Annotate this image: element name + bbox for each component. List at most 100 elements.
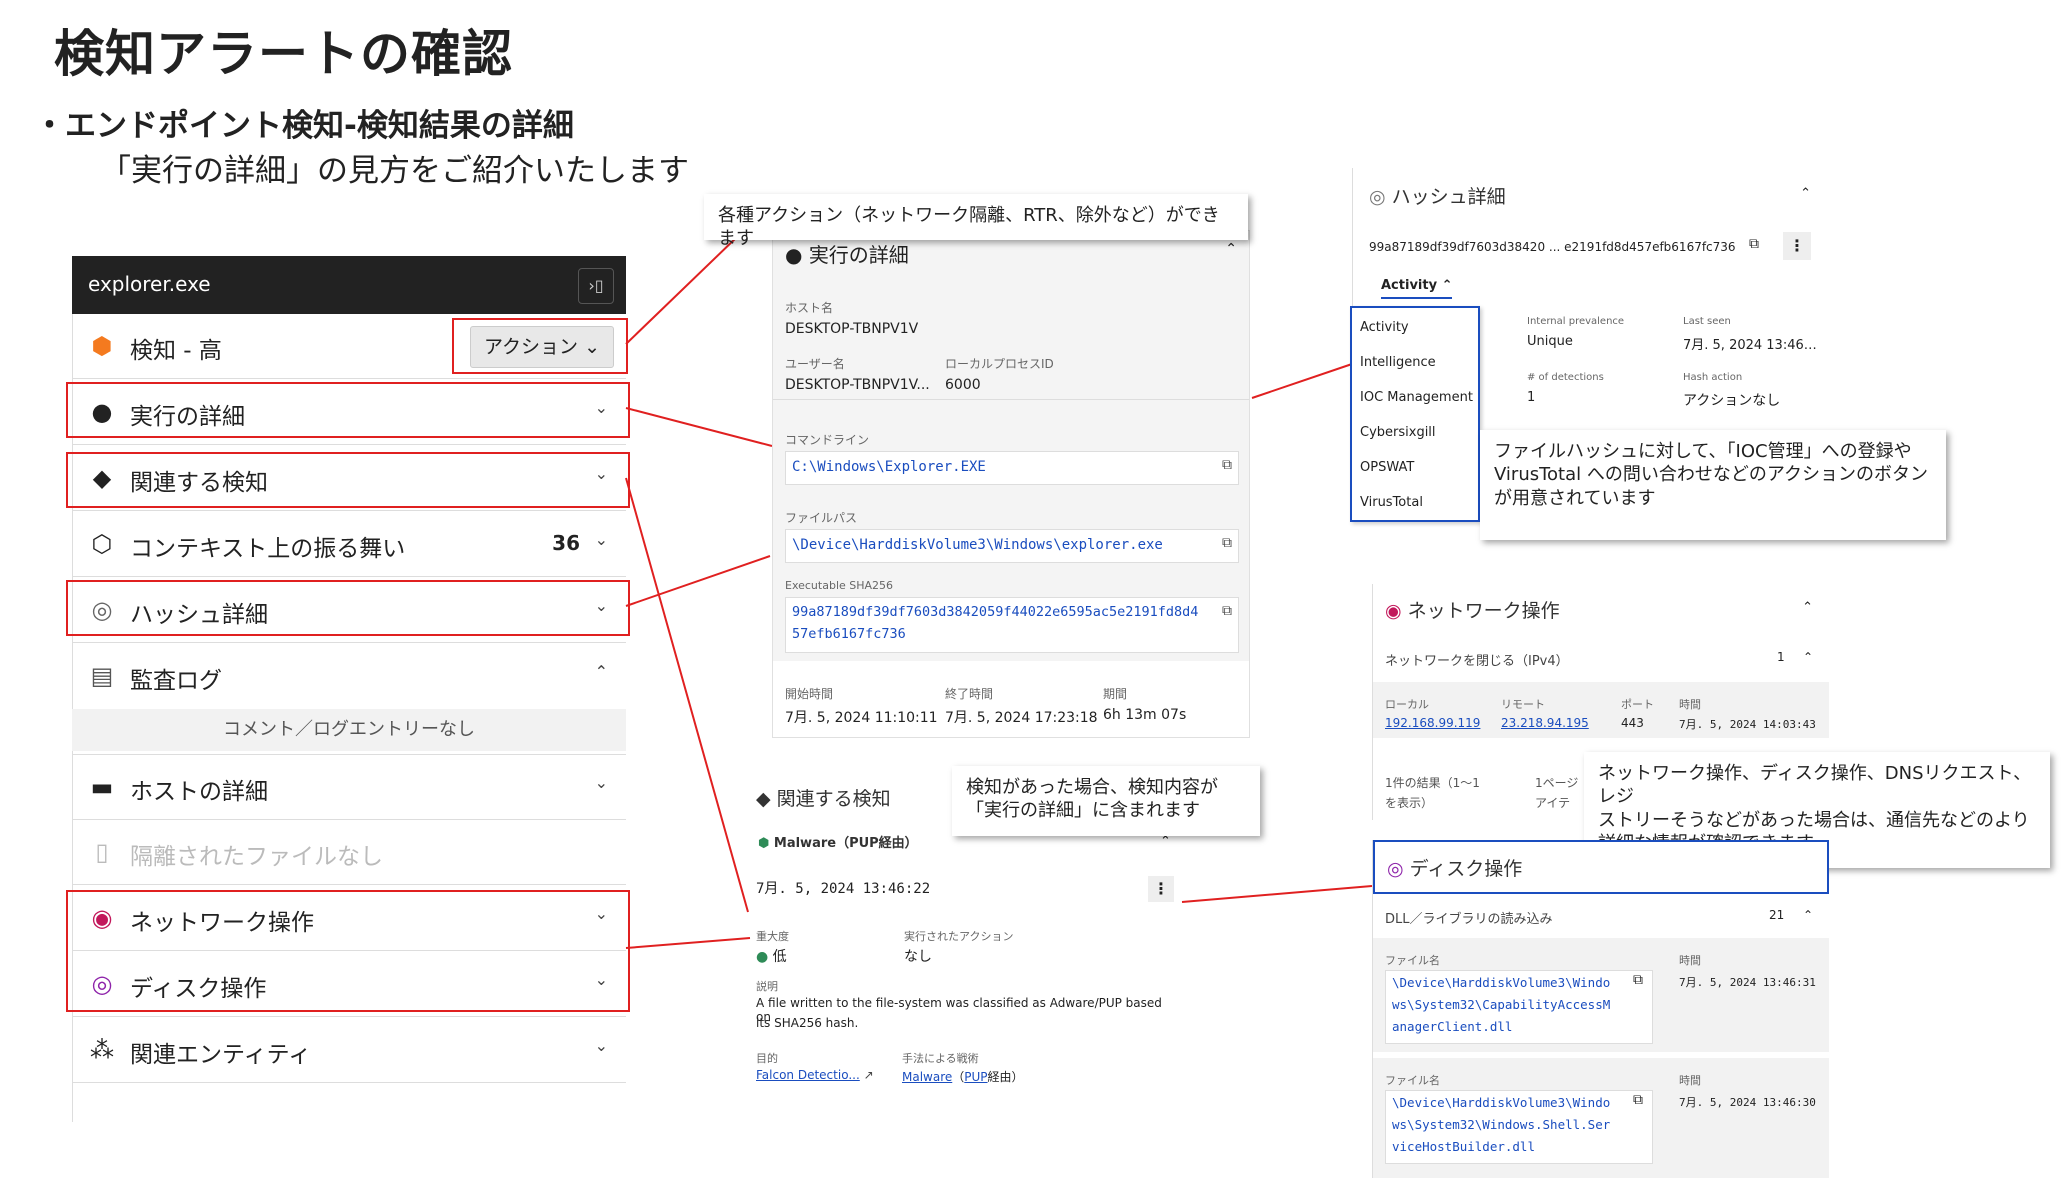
line-diskpanel: [1181, 885, 1373, 903]
chevron-up-icon[interactable]: ⌃: [1803, 650, 1813, 664]
description-line2: its SHA256 hash.: [756, 1016, 859, 1030]
more-menu-icon[interactable]: ⋮: [1783, 232, 1811, 260]
col-port: ポート: [1621, 698, 1654, 711]
executed-action-value: なし: [904, 949, 932, 965]
line-related: [625, 477, 749, 913]
local-address-link[interactable]: 192.168.99.119: [1385, 716, 1480, 730]
hash-value: 99a87189df39df7603d38420 ... e2191fd8d45…: [1369, 240, 1736, 254]
disk-time-2: 7月. 5, 2024 13:46:30: [1679, 1096, 1816, 1109]
detections-label: # of detections: [1527, 372, 1604, 383]
copy-icon[interactable]: ⧉: [1749, 236, 1759, 252]
disk-ops-panel: ◎ ディスク操作 DLL／ライブラリの読み込み 21 ⌃ ファイル名 時間 \D…: [1372, 840, 1829, 1178]
result-count-1: 1件の結果（1〜1: [1385, 776, 1480, 790]
end-label: 終了時間: [945, 687, 994, 701]
cmdline-field[interactable]: C:\Windows\Explorer.EXE ⧉: [785, 451, 1239, 485]
fingerprint-icon: ◎: [1369, 186, 1386, 208]
host-label: ホスト名: [785, 301, 834, 315]
time-label-2: 時間: [1679, 1074, 1701, 1087]
hash-action-menu: Activity Intelligence IOC Management Cyb…: [1350, 306, 1480, 522]
network-header[interactable]: ◉ ネットワーク操作: [1385, 596, 1560, 623]
network-count: 1: [1777, 650, 1785, 664]
objective-label: 目的: [756, 1052, 778, 1065]
tactic-label: 手法による戦術: [902, 1052, 979, 1065]
copy-icon[interactable]: ⧉: [1222, 603, 1232, 619]
detections-value: 1: [1527, 390, 1536, 405]
last-seen-value: 7月. 5, 2024 13:46…: [1683, 338, 1817, 353]
severity-field-value: ● 低: [756, 949, 787, 965]
chevron-up-icon[interactable]: ⌃: [1225, 241, 1237, 257]
chevron-up-icon[interactable]: ⌃: [1803, 908, 1813, 922]
remote-address-link[interactable]: 23.218.94.195: [1501, 716, 1589, 730]
sha-field[interactable]: 99a87189df39df7603d3842059f44022e6595ac5…: [785, 597, 1239, 653]
file-label-2: ファイル名: [1385, 1074, 1440, 1087]
menu-item-ioc-management[interactable]: IOC Management: [1360, 390, 1473, 405]
user-label: ユーザー名: [785, 357, 845, 371]
line-action: [625, 235, 739, 345]
executed-action-label: 実行されたアクション: [904, 930, 1014, 943]
exec-header[interactable]: ● 実行の詳細: [785, 239, 909, 268]
tactic-value[interactable]: Malware（PUP経由）: [902, 1068, 1024, 1085]
menu-item-activity[interactable]: Activity: [1360, 320, 1409, 335]
network-icon: ◉: [1385, 600, 1402, 622]
line-netdisk: [625, 937, 751, 949]
external-link-icon: ↗: [863, 1068, 874, 1082]
callout-related: 検知があった場合、検知内容が 「実行の詳細」に含まれます: [952, 766, 1260, 836]
menu-item-intelligence[interactable]: Intelligence: [1360, 355, 1436, 370]
disk-subheader[interactable]: DLL／ライブラリの読み込み: [1385, 908, 1553, 927]
port-value: 443: [1621, 716, 1644, 730]
start-value: 7月. 5, 2024 11:10:11: [785, 710, 938, 726]
more-menu-icon[interactable]: ⋮: [1148, 876, 1174, 902]
related-header[interactable]: ◆ 関連する検知: [756, 784, 891, 811]
file-label-1: ファイル名: [1385, 954, 1440, 967]
objective-link[interactable]: Falcon Detectio... ↗: [756, 1068, 874, 1082]
tab-activity[interactable]: Activity ⌃: [1381, 278, 1453, 299]
related-item[interactable]: ⬢ Malware（PUP経由）: [758, 832, 918, 851]
duration-label: 期間: [1103, 687, 1128, 701]
disk-count: 21: [1769, 908, 1785, 922]
network-time: 7月. 5, 2024 14:03:43: [1679, 718, 1816, 731]
menu-item-virustotal[interactable]: VirusTotal: [1360, 495, 1423, 510]
chevron-up-icon[interactable]: ⌃: [1800, 186, 1811, 201]
callout-hash: ファイルハッシュに対して、「IOC管理」への登録や VirusTotal への問い…: [1480, 430, 1946, 540]
menu-item-cybersixgill[interactable]: Cybersixgill: [1360, 425, 1436, 440]
copy-icon[interactable]: ⧉: [1222, 457, 1232, 473]
end-value: 7月. 5, 2024 17:23:18: [945, 710, 1098, 726]
file-path-2[interactable]: \Device\HarddiskVolume3\Windo ws\System3…: [1385, 1090, 1653, 1164]
line-hashpanel: [1251, 363, 1353, 399]
filepath-field[interactable]: \Device\HarddiskVolume3\Windows\explorer…: [785, 529, 1239, 563]
cubes-icon: ◆: [756, 788, 771, 810]
hash-action-label: Hash action: [1683, 372, 1743, 383]
copy-icon[interactable]: ⧉: [1222, 535, 1232, 551]
circle-icon: ●: [785, 243, 803, 267]
disk-icon: ◎: [1387, 858, 1404, 880]
cmdline-label: コマンドライン: [785, 433, 870, 447]
pagination-2: アイテ: [1535, 796, 1571, 810]
pid-label: ローカルプロセスID: [945, 357, 1054, 371]
line-execution: [625, 407, 773, 447]
host-value: DESKTOP-TBNPV1V: [785, 321, 919, 337]
result-count-2: を表示）: [1385, 796, 1434, 810]
severity-field-label: 重大度: [756, 930, 789, 943]
line-hash: [625, 555, 771, 607]
chevron-up-icon[interactable]: ⌃: [1802, 600, 1813, 615]
callout-actions: 各種アクション（ネットワーク隔離、RTR、除外など）ができます: [704, 194, 1248, 249]
description-label: 説明: [756, 980, 778, 993]
hexagon-icon: ⬢: [758, 836, 770, 851]
col-time: 時間: [1679, 698, 1701, 711]
copy-icon[interactable]: ⧉: [1633, 972, 1643, 988]
user-value: DESKTOP-TBNPV1V...: [785, 377, 930, 393]
pagination-1: 1ページ: [1535, 776, 1579, 790]
hash-header[interactable]: ◎ ハッシュ詳細: [1369, 182, 1506, 209]
file-path-1[interactable]: \Device\HarddiskVolume3\Windo ws\System3…: [1385, 970, 1653, 1044]
time-label-1: 時間: [1679, 954, 1701, 967]
pid-value: 6000: [945, 377, 981, 393]
col-remote: リモート: [1501, 698, 1545, 711]
chevron-up-icon[interactable]: ⌃: [1160, 834, 1171, 849]
menu-item-opswat[interactable]: OPSWAT: [1360, 460, 1414, 475]
copy-icon[interactable]: ⧉: [1633, 1092, 1643, 1108]
prevalence-value: Unique: [1527, 334, 1573, 349]
disk-header[interactable]: ◎ ディスク操作: [1373, 840, 1829, 894]
last-seen-label: Last seen: [1683, 316, 1731, 327]
network-subheader[interactable]: ネットワークを閉じる（IPv4）: [1385, 650, 1569, 669]
col-local: ローカル: [1385, 698, 1429, 711]
